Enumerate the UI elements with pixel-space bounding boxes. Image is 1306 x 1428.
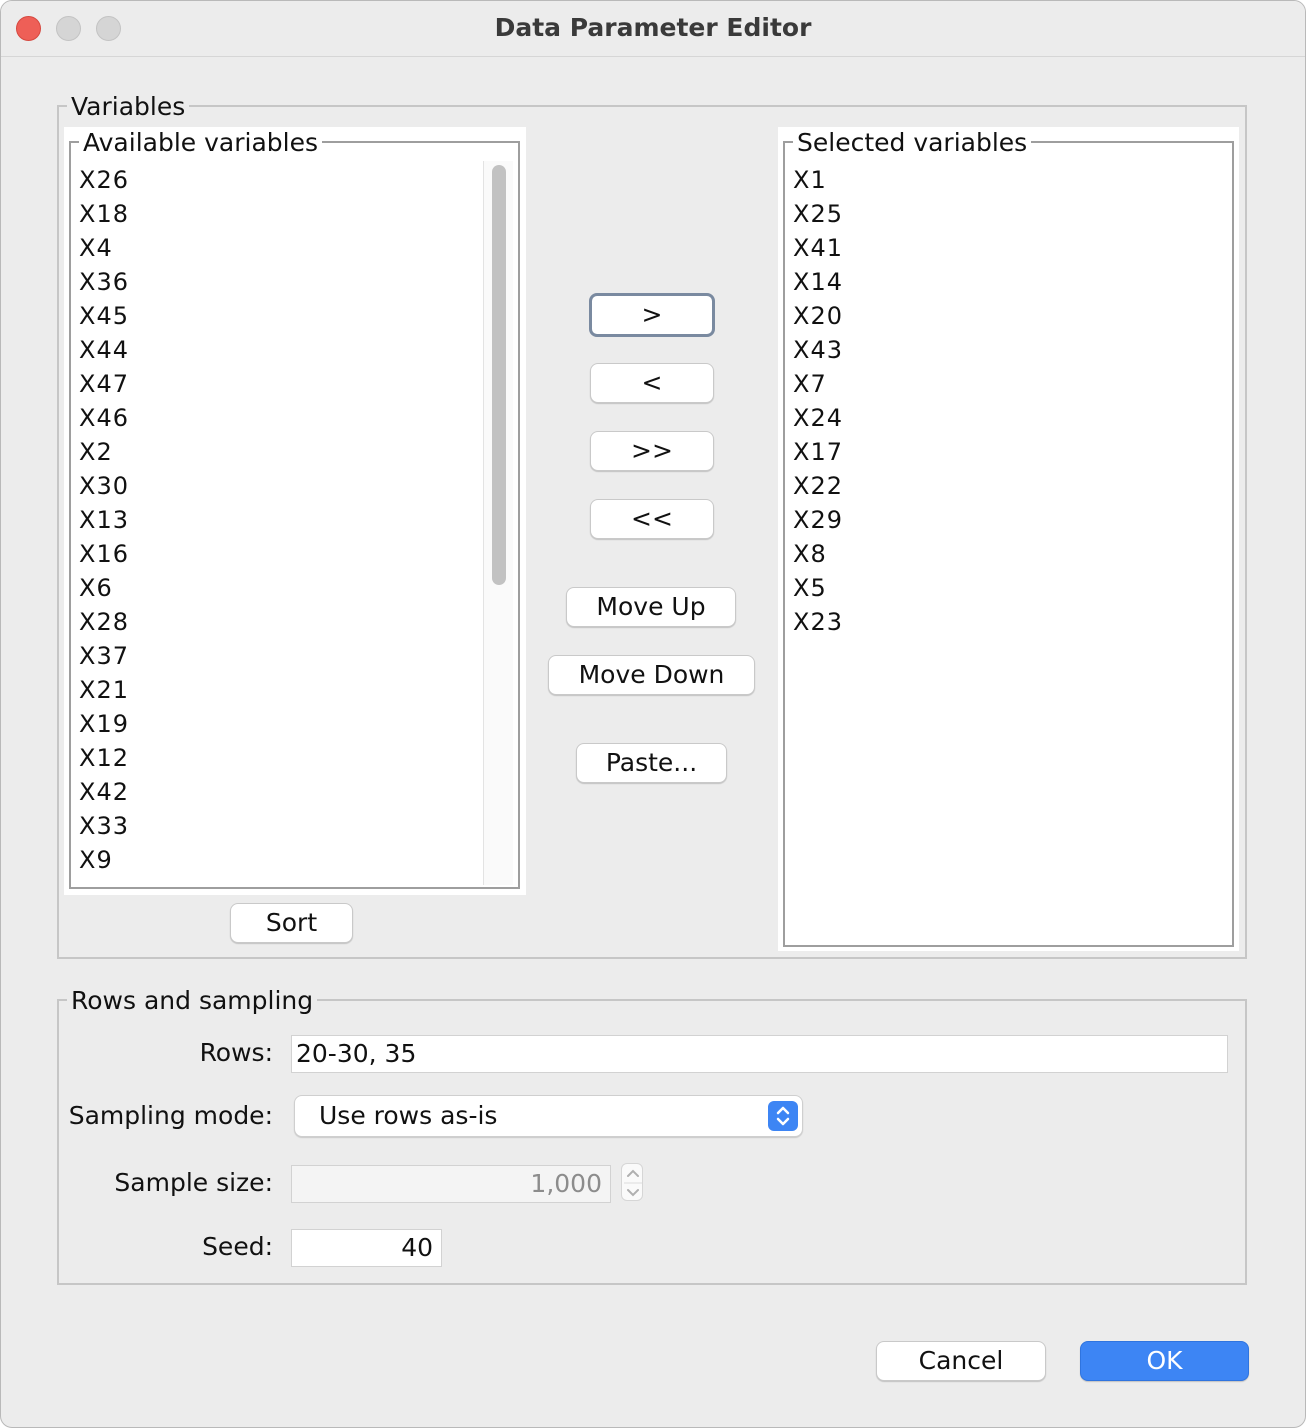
list-item[interactable]: X46 <box>79 401 479 435</box>
list-item[interactable]: X33 <box>79 809 479 843</box>
list-item[interactable]: X36 <box>79 265 479 299</box>
move-left-button[interactable]: < <box>590 363 714 403</box>
list-item[interactable]: X37 <box>79 639 479 673</box>
move-all-right-button[interactable]: >> <box>590 431 714 471</box>
stepper-arrows-icon <box>624 1169 642 1197</box>
list-item[interactable]: X23 <box>793 605 1213 639</box>
available-variables-scrollbar[interactable] <box>483 161 513 885</box>
list-item[interactable]: X45 <box>79 299 479 333</box>
list-item[interactable]: X8 <box>793 537 1213 571</box>
list-item[interactable]: X20 <box>793 299 1213 333</box>
available-variables-legend: Available variables <box>79 128 322 158</box>
sample-size-stepper[interactable] <box>621 1163 643 1201</box>
selected-variables-list[interactable]: X1 X25 X41 X14 X20 X43 X7 X24 X17 X22 X29 X8 X5 X23 <box>793 163 1213 639</box>
window-title: Data Parameter Editor <box>494 13 812 42</box>
list-item[interactable]: X47 <box>79 367 479 401</box>
variables-group-legend: Variables <box>67 92 190 122</box>
list-item[interactable]: X28 <box>79 605 479 639</box>
available-variables-list[interactable]: X26 X18 X4 X36 X45 X44 X47 X46 X2 X30 X13 X16 X6 X28 X… <box>79 163 479 877</box>
seed-input[interactable]: 40 <box>291 1229 442 1267</box>
list-item[interactable]: X2 <box>79 435 479 469</box>
list-item[interactable]: X30 <box>79 469 479 503</box>
sampling-mode-select[interactable]: Use rows as-is <box>294 1095 803 1137</box>
list-item[interactable]: X21 <box>79 673 479 707</box>
rows-label: Rows: <box>199 1038 273 1067</box>
dialog-window: Data Parameter Editor Variables Availabl… <box>0 0 1306 1428</box>
list-item[interactable]: X4 <box>79 231 479 265</box>
list-item[interactable]: X19 <box>79 707 479 741</box>
rows-input[interactable]: 20-30, 35 <box>291 1035 1228 1073</box>
list-item[interactable]: X6 <box>79 571 479 605</box>
title-bar: Data Parameter Editor <box>1 1 1305 57</box>
list-item[interactable]: X25 <box>793 197 1213 231</box>
sample-size-input[interactable]: 1,000 <box>291 1165 611 1203</box>
chevron-up-down-icon <box>768 1101 798 1131</box>
list-item[interactable]: X12 <box>79 741 479 775</box>
list-item[interactable]: X9 <box>79 843 479 877</box>
list-item[interactable]: X43 <box>793 333 1213 367</box>
seed-label: Seed: <box>202 1232 273 1261</box>
list-item[interactable]: X44 <box>79 333 479 367</box>
sort-button[interactable]: Sort <box>230 903 353 943</box>
list-item[interactable]: X17 <box>793 435 1213 469</box>
list-item[interactable]: X16 <box>79 537 479 571</box>
list-item[interactable]: X1 <box>793 163 1213 197</box>
list-item[interactable]: X24 <box>793 401 1213 435</box>
list-item[interactable]: X18 <box>79 197 479 231</box>
list-item[interactable]: X26 <box>79 163 479 197</box>
sampling-mode-value: Use rows as-is <box>319 1101 498 1130</box>
list-item[interactable]: X13 <box>79 503 479 537</box>
ok-button[interactable]: OK <box>1080 1341 1249 1381</box>
move-up-button[interactable]: Move Up <box>566 587 736 627</box>
list-item[interactable]: X5 <box>793 571 1213 605</box>
scrollbar-thumb[interactable] <box>492 165 506 585</box>
list-item[interactable]: X22 <box>793 469 1213 503</box>
list-item[interactable]: X41 <box>793 231 1213 265</box>
selected-variables-legend: Selected variables <box>793 128 1032 158</box>
list-item[interactable]: X7 <box>793 367 1213 401</box>
sample-size-label: Sample size: <box>114 1168 273 1197</box>
rows-sampling-legend: Rows and sampling <box>67 986 318 1016</box>
paste-button[interactable]: Paste... <box>576 743 727 783</box>
move-all-left-button[interactable]: << <box>590 499 714 539</box>
list-item[interactable]: X29 <box>793 503 1213 537</box>
cancel-button[interactable]: Cancel <box>876 1341 1046 1381</box>
list-item[interactable]: X14 <box>793 265 1213 299</box>
sampling-mode-label: Sampling mode: <box>68 1101 273 1130</box>
move-down-button[interactable]: Move Down <box>548 655 755 695</box>
list-item[interactable]: X42 <box>79 775 479 809</box>
move-right-button[interactable]: > <box>589 293 715 337</box>
